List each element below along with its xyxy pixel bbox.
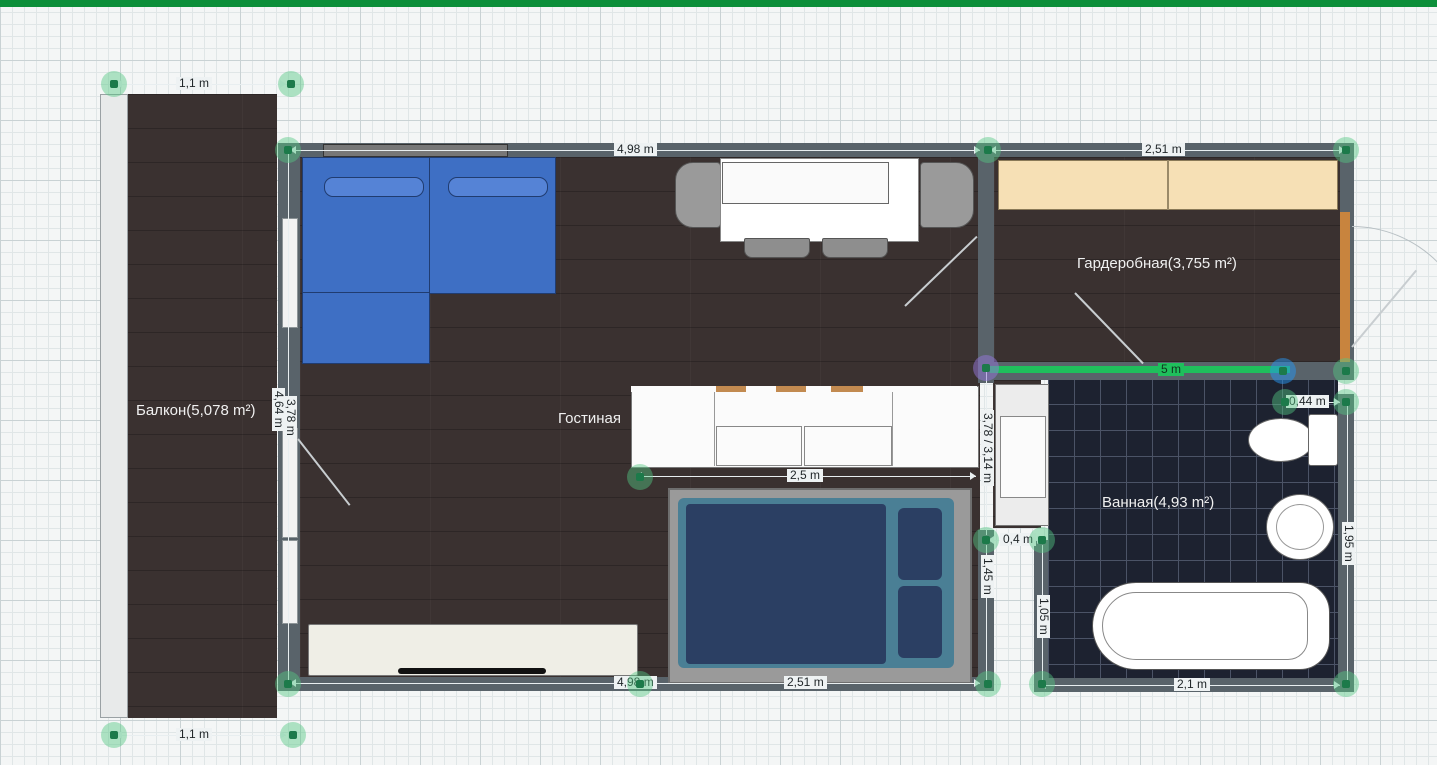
window-left-upper[interactable] [282, 218, 298, 328]
corner-node[interactable] [1333, 137, 1359, 163]
room-label-bath[interactable]: Ванная(4,93 m²) [1102, 494, 1214, 511]
sink-basin [1276, 504, 1324, 550]
counter-drawer-2 [804, 426, 892, 466]
bed-pillow-2 [898, 586, 942, 658]
dim-living-top[interactable]: 4,98 m [614, 143, 657, 156]
app-top-bar [0, 0, 1437, 7]
corner-node[interactable] [1333, 671, 1359, 697]
balcony-window-frame[interactable] [100, 94, 128, 718]
dim-wall-green[interactable]: 5 m [1158, 363, 1185, 376]
corner-node[interactable] [1270, 358, 1296, 384]
counter-drawer-1 [716, 426, 802, 466]
corner-node[interactable] [975, 671, 1001, 697]
dining-chair-bottom-1[interactable] [744, 238, 810, 258]
counter-divider-1 [714, 392, 715, 466]
dining-chair-left[interactable] [675, 162, 721, 228]
corner-node[interactable] [1029, 671, 1055, 697]
corner-node[interactable] [280, 722, 306, 748]
dim-counter-width[interactable]: 2,5 m [787, 469, 824, 482]
sofa-pillow-1 [324, 177, 424, 197]
dim-bath-left-lower[interactable]: 1,05 m [1037, 595, 1051, 638]
dim-balcony-top[interactable]: 1,1 m [176, 77, 213, 90]
dining-chair-right[interactable] [920, 162, 974, 228]
bathtub-inner [1102, 592, 1308, 660]
dim-center-vertical[interactable]: 3,78 / 3,14 m [981, 410, 995, 487]
corner-node[interactable] [627, 464, 653, 490]
sofa-chaise [302, 292, 430, 364]
sofa[interactable] [302, 157, 556, 364]
tv[interactable] [398, 668, 546, 674]
toilet-bowl [1248, 418, 1314, 462]
dining-table-inner [722, 162, 889, 204]
bed[interactable] [668, 488, 972, 684]
corner-node[interactable] [627, 671, 653, 697]
dim-balcony-bottom[interactable]: 1,1 m [176, 728, 213, 741]
wall-selected-green[interactable] [990, 366, 1290, 373]
niche-cabinet-panel [1000, 416, 1046, 498]
bed-pillow-1 [898, 508, 942, 580]
corner-node[interactable] [1272, 389, 1298, 415]
toilet[interactable] [1248, 414, 1338, 466]
corner-node[interactable] [973, 527, 999, 553]
dim-bed-bottom[interactable]: 2,51 m [784, 676, 827, 689]
room-label-wardrobe[interactable]: Гардеробная(3,755 m²) [1077, 255, 1237, 272]
corner-node[interactable] [1333, 358, 1359, 384]
dim-bath-bottom[interactable]: 2,1 m [1174, 678, 1211, 691]
room-label-living[interactable]: Гостиная [558, 410, 621, 427]
window-left-middle[interactable] [282, 428, 298, 538]
dim-niche-height[interactable]: 1,45 m [981, 555, 995, 598]
corner-node[interactable] [1333, 389, 1359, 415]
corner-node[interactable] [1029, 527, 1055, 553]
dining-chair-bottom-2[interactable] [822, 238, 888, 258]
toilet-tank [1308, 414, 1338, 466]
room-label-balcony[interactable]: Балкон(5,078 m²) [136, 402, 255, 419]
corner-node[interactable] [975, 137, 1001, 163]
corner-node[interactable] [278, 71, 304, 97]
sofa-pillow-2 [448, 177, 548, 197]
wardrobe-door-orange[interactable] [1340, 212, 1350, 362]
dim-living-left-inner[interactable]: 3,78 m [284, 396, 298, 439]
dim-wardrobe-top[interactable]: 2,51 m [1142, 143, 1185, 156]
corner-node[interactable] [101, 71, 127, 97]
dim-bath-right[interactable]: 1,95 m [1342, 522, 1356, 565]
counter-divider-2 [892, 392, 893, 466]
wardrobe-closet-divider [1167, 160, 1169, 210]
corner-node[interactable] [101, 722, 127, 748]
corner-node[interactable] [275, 671, 301, 697]
counter-top-strip [631, 386, 977, 392]
wall-living-right[interactable] [978, 143, 994, 383]
window-left-lower[interactable] [282, 540, 298, 624]
corner-node[interactable] [973, 355, 999, 381]
bed-blanket [686, 504, 886, 664]
door-arc-entry [1352, 226, 1437, 347]
corner-node[interactable] [275, 137, 301, 163]
